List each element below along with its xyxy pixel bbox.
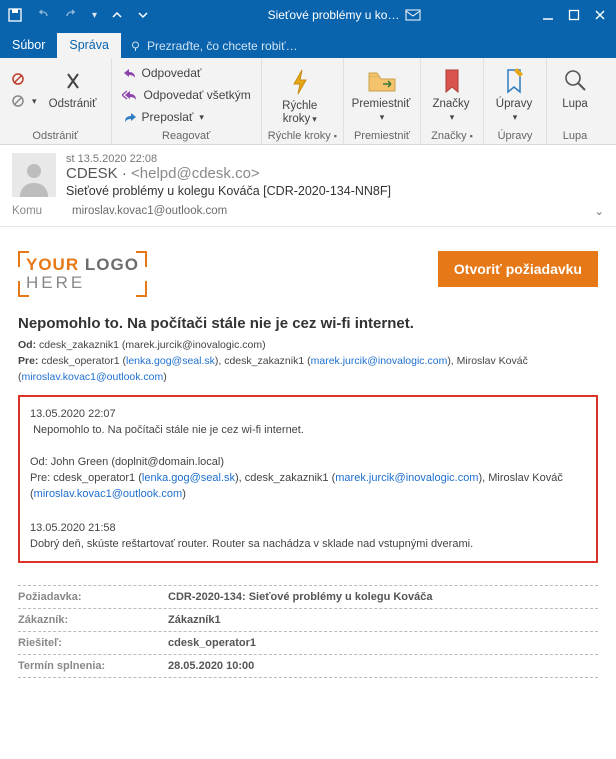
ribbon: ▾ Odstrániť Odstrániť Odpovedať Odpoveda… <box>0 58 616 145</box>
meta-from: Od: cdesk_zakaznik1 (marek.jurcik@inoval… <box>18 338 598 354</box>
mail-link[interactable]: marek.jurcik@inovalogic.com <box>335 472 478 484</box>
delete-button[interactable]: Odstrániť <box>41 62 105 112</box>
redo-icon[interactable] <box>64 8 78 22</box>
ribbon-group-move: Premiestniť▾ Premiestniť <box>344 58 421 144</box>
maximize-button[interactable] <box>568 9 580 21</box>
chevron-down-icon[interactable]: ▾ <box>92 10 97 21</box>
to-label: Komu <box>12 205 72 217</box>
thread-text: Dobrý deň, skúste reštartovať router. Ro… <box>30 537 586 553</box>
thread-from: Od: John Green (doplnit@domain.local) <box>30 455 586 471</box>
group-caption: Úpravy <box>490 130 540 142</box>
mail-link[interactable]: miroslav.kovac1@outlook.com <box>22 371 164 383</box>
mail-link[interactable]: lenka.gog@seal.sk <box>126 355 215 367</box>
window-controls <box>532 9 616 21</box>
ribbon-group-quick-steps: Rýchle kroky▾ Rýchle kroky ▪ <box>262 58 344 144</box>
forward-button[interactable]: Preposlať▾ <box>118 106 255 128</box>
message-body: YOUR LOGO HERE Otvoriť požiadavku Nepomo… <box>0 227 616 686</box>
open-request-button[interactable]: Otvoriť požiadavku <box>438 251 598 287</box>
mail-icon <box>405 8 421 22</box>
chevron-up-icon[interactable] <box>111 9 123 21</box>
quick-access-toolbar: ▾ <box>0 8 157 22</box>
table-row: Termín splnenia:28.05.2020 10:00 <box>18 655 598 678</box>
group-caption: Značky ▪ <box>427 130 477 142</box>
tell-me-search[interactable]: Prezraďte, čo chcete robiť… <box>121 34 306 58</box>
avatar <box>12 153 56 197</box>
junk-button[interactable]: ▾ <box>6 90 41 112</box>
message-subject: Sieťové problémy u kolegu Kováča [CDR-20… <box>66 184 391 198</box>
zoom-button[interactable]: Lupa <box>553 62 597 111</box>
ribbon-group-respond: Odpovedať Odpovedať všetkým Preposlať▾ R… <box>112 58 262 144</box>
ribbon-group-tags: Značky▾ Značky ▪ <box>421 58 484 144</box>
reply-all-button[interactable]: Odpovedať všetkým <box>118 84 255 106</box>
tab-file[interactable]: Súbor <box>0 33 57 58</box>
table-row: Požiadavka:CDR-2020-134: Sieťové problém… <box>18 586 598 609</box>
thread-text: Nepomohlo to. Na počítači stále nie je c… <box>30 423 586 439</box>
minimize-button[interactable] <box>542 9 554 21</box>
headline: Nepomohlo to. Na počítači stále nie je c… <box>18 315 598 332</box>
to-value: miroslav.kovac1@outlook.com <box>72 205 594 217</box>
ribbon-group-zoom: Lupa Lupa <box>547 58 603 144</box>
mail-link[interactable]: lenka.gog@seal.sk <box>142 472 235 484</box>
chevron-down-icon[interactable] <box>137 9 149 21</box>
lightbulb-icon <box>129 40 142 53</box>
thread-timestamp: 13.05.2020 22:07 <box>30 407 586 423</box>
details-table: Požiadavka:CDR-2020-134: Sieťové problém… <box>18 585 598 678</box>
table-row: Zákazník:Zákazník1 <box>18 609 598 632</box>
tab-message[interactable]: Správa <box>57 33 121 58</box>
ribbon-group-delete: ▾ Odstrániť Odstrániť <box>0 58 112 144</box>
quick-steps-button[interactable]: Rýchle kroky▾ <box>268 62 332 125</box>
group-caption: Lupa <box>553 130 597 142</box>
thread-box: 13.05.2020 22:07 Nepomohlo to. Na počíta… <box>18 395 598 562</box>
thread-to: Pre: cdesk_operator1 (lenka.gog@seal.sk)… <box>30 471 586 503</box>
group-caption: Premiestniť <box>350 130 414 142</box>
mail-link[interactable]: miroslav.kovac1@outlook.com <box>34 488 183 500</box>
message-from: CDESK · <helpd@cdesk.co> <box>66 165 391 182</box>
message-header: st 13.5.2020 22:08 CDESK · <helpd@cdesk.… <box>0 145 616 202</box>
group-caption: Reagovať <box>118 130 255 142</box>
undo-icon[interactable] <box>36 8 50 22</box>
meta-to: Pre: cdesk_operator1 (lenka.gog@seal.sk)… <box>18 354 598 386</box>
table-row: Riešiteľ:cdesk_operator1 <box>18 632 598 655</box>
group-caption: Odstrániť <box>6 130 105 142</box>
reply-button[interactable]: Odpovedať <box>118 62 255 84</box>
save-icon[interactable] <box>8 8 22 22</box>
chevron-down-icon[interactable]: ⌄ <box>594 204 604 218</box>
move-button[interactable]: Premiestniť▾ <box>350 62 414 123</box>
mail-link[interactable]: marek.jurcik@inovalogic.com <box>311 355 448 367</box>
group-caption: Rýchle kroky ▪ <box>268 130 337 142</box>
ribbon-tabs: Súbor Správa Prezraďte, čo chcete robiť… <box>0 30 616 58</box>
editing-button[interactable]: Úpravy▾ <box>490 62 540 123</box>
window-title: Sieťové problémy u ko… <box>157 8 532 22</box>
message-date: st 13.5.2020 22:08 <box>66 153 391 165</box>
thread-timestamp: 13.05.2020 21:58 <box>30 521 586 537</box>
ribbon-group-editing: Úpravy▾ Úpravy <box>484 58 547 144</box>
to-row: Komu miroslav.kovac1@outlook.com ⌄ <box>0 202 616 227</box>
window-titlebar: ▾ Sieťové problémy u ko… <box>0 0 616 30</box>
tags-button[interactable]: Značky▾ <box>427 62 477 123</box>
close-button[interactable] <box>594 9 606 21</box>
ignore-button[interactable] <box>6 68 41 90</box>
logo: YOUR LOGO HERE <box>18 251 147 297</box>
